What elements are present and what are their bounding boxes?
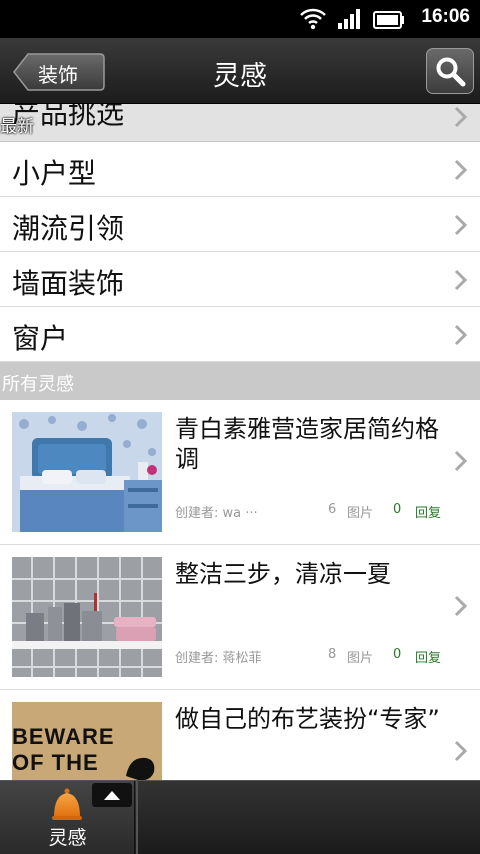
inspiration-meta: 创建者: wa ··· 6 图片 0 回复 [175,502,450,521]
category-label: 墙面装饰 [12,267,125,300]
inspiration-meta: 创建者: 蒋松菲 8 图片 0 回复 [175,647,450,666]
category-row-small-apartment[interactable]: 小户型 [0,142,480,197]
inspiration-item[interactable]: BEWARE OF THE 做自己的布艺装扮“专家” [0,690,480,780]
content-list[interactable]: 产品挑选 最新 小户型 潮流引领 墙面装饰 窗户 所有灵感 青白素雅营造家居简约… [0,104,480,780]
category-row-trend[interactable]: 潮流引领 [0,197,480,252]
chevron-right-icon [454,740,468,762]
title-bar: 装饰 灵感 [0,38,480,104]
inspiration-title: 整洁三步，清凉一夏 [175,560,391,588]
signal-icon [338,9,360,29]
status-bar: 16:06 [0,0,480,38]
chevron-right-icon [454,269,468,291]
expand-menu-button[interactable] [92,783,132,807]
inspiration-item[interactable]: 整洁三步，清凉一夏 创建者: 蒋松菲 8 图片 0 回复 [0,545,480,690]
chevron-right-icon [454,159,468,181]
section-header-latest: 最新 [0,117,34,137]
inspiration-thumbnail: BEWARE OF THE [12,702,162,780]
chevron-right-icon [454,324,468,346]
tab-label: 灵感 [48,827,87,849]
inspiration-title: 做自己的布艺装扮“专家” [175,705,440,733]
inspiration-thumbnail [12,557,162,677]
photo-label: 图片 [347,506,374,521]
search-button[interactable] [426,48,474,94]
chevron-right-icon [454,214,468,236]
creator-label: 创建者: 蒋松菲 [175,651,262,666]
section-header-all: 所有灵感 [0,362,480,400]
category-label: 潮流引领 [12,212,125,245]
bottom-tab-bar: 灵感 [0,780,480,854]
page-title: 灵感 [213,61,267,92]
creator-label: 创建者: wa ··· [175,506,258,521]
inspiration-title: 青白素雅营造家居简约格调 [175,415,439,473]
chevron-right-icon [454,595,468,617]
photo-count: 6 [328,502,337,517]
category-row-partial[interactable]: 产品挑选 最新 [0,104,480,142]
photo-label: 图片 [347,651,374,666]
bell-icon [52,788,82,820]
battery-icon [373,11,404,29]
search-icon [436,57,466,87]
dog-silhouette [126,757,155,780]
section-title: 所有灵感 [2,374,74,395]
thumb-text-line2: OF THE [12,750,99,775]
reply-count: 0 [393,502,402,517]
category-row-wall-decor[interactable]: 墙面装饰 [0,252,480,307]
wifi-icon [300,8,326,30]
reply-label: 回复 [415,651,442,666]
category-row-window[interactable]: 窗户 [0,307,480,362]
reply-count: 0 [393,647,402,662]
chevron-right-icon [454,450,468,472]
status-time: 16:06 [421,6,470,27]
tab-divider [136,781,138,854]
reply-label: 回复 [415,506,442,521]
inspiration-thumbnail [12,412,162,532]
thumb-text-line1: BEWARE [12,724,115,749]
category-label: 小户型 [12,157,97,190]
category-label: 窗户 [12,322,69,355]
photo-count: 8 [328,647,337,662]
inspiration-item[interactable]: 青白素雅营造家居简约格调 创建者: wa ··· 6 图片 0 回复 [0,400,480,545]
chevron-up-icon [104,791,120,800]
chevron-right-icon [454,106,468,128]
